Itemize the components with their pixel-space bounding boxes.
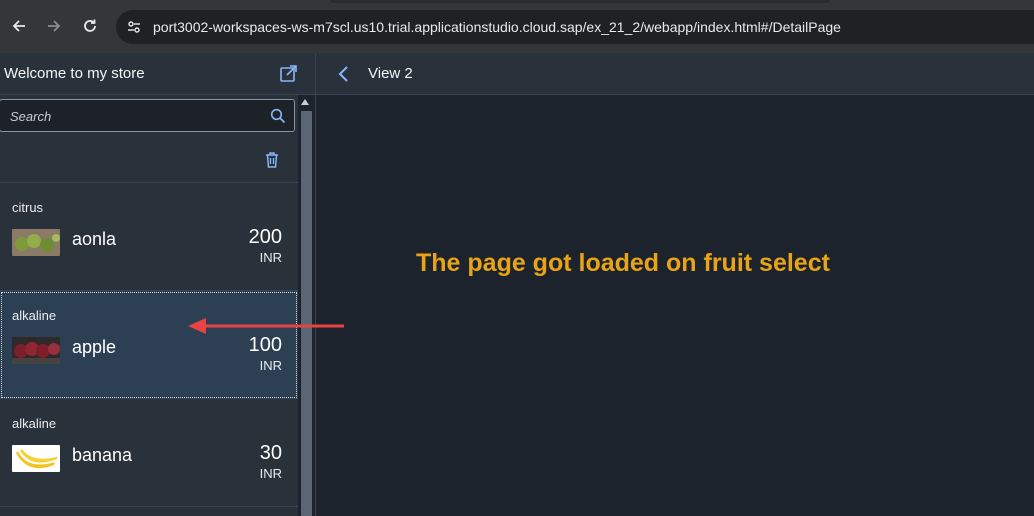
master-title: Welcome to my store [4, 65, 145, 82]
banana-image [12, 445, 60, 472]
item-name: apple [72, 337, 117, 357]
list-item[interactable]: alkaline banana 30 INR [0, 399, 298, 507]
master-header: Welcome to my store [0, 53, 315, 95]
search-placeholder: Search [10, 109, 52, 124]
delete-icon[interactable] [263, 151, 281, 174]
url-text[interactable]: port3002-workspaces-ws-m7scl.us10.trial.… [153, 19, 841, 35]
apple-image [12, 337, 60, 364]
item-price: 200 [248, 226, 282, 248]
share-icon[interactable] [278, 63, 300, 85]
detail-header: View 2 [316, 53, 1034, 95]
site-settings-icon[interactable] [126, 19, 142, 40]
scroll-up-icon[interactable] [301, 99, 309, 105]
detail-content: The page got loaded on fruit select [316, 95, 1034, 516]
scrollbar-thumb[interactable] [301, 111, 312, 516]
item-price: 100 [248, 334, 282, 356]
back-arrow-icon[interactable] [6, 13, 32, 39]
aonla-image [12, 229, 60, 256]
tab-strip [330, 0, 830, 3]
search-input[interactable]: Search [0, 99, 295, 132]
item-name: banana [72, 445, 133, 465]
list-item[interactable]: alkaline apple 100 INR [0, 291, 298, 399]
detail-title: View 2 [368, 65, 413, 82]
master-pane: Welcome to my store Search citrus aonla … [0, 53, 315, 516]
browser-toolbar: port3002-workspaces-ws-m7scl.us10.trial.… [0, 0, 1034, 53]
forward-arrow-icon[interactable] [41, 13, 67, 39]
item-currency: INR [259, 358, 282, 373]
item-name: aonla [72, 229, 117, 249]
annotation-arrow-icon [188, 318, 344, 334]
reload-icon[interactable] [77, 13, 103, 39]
list-scrollbar[interactable] [298, 95, 315, 516]
item-category: alkaline [12, 416, 57, 431]
search-icon[interactable] [270, 108, 286, 129]
fruit-list: citrus aonla 200 INR alkaline apple 100 … [0, 183, 298, 507]
chevron-left-icon[interactable] [334, 64, 354, 84]
list-toolbar [0, 137, 298, 183]
item-price: 30 [259, 442, 282, 464]
item-currency: INR [259, 250, 282, 265]
detail-message: The page got loaded on fruit select [416, 249, 830, 277]
list-item[interactable]: citrus aonla 200 INR [0, 183, 298, 291]
item-currency: INR [259, 466, 282, 481]
item-category: citrus [12, 200, 44, 215]
item-category: alkaline [12, 308, 57, 323]
address-bar[interactable]: port3002-workspaces-ws-m7scl.us10.trial.… [116, 10, 1034, 44]
